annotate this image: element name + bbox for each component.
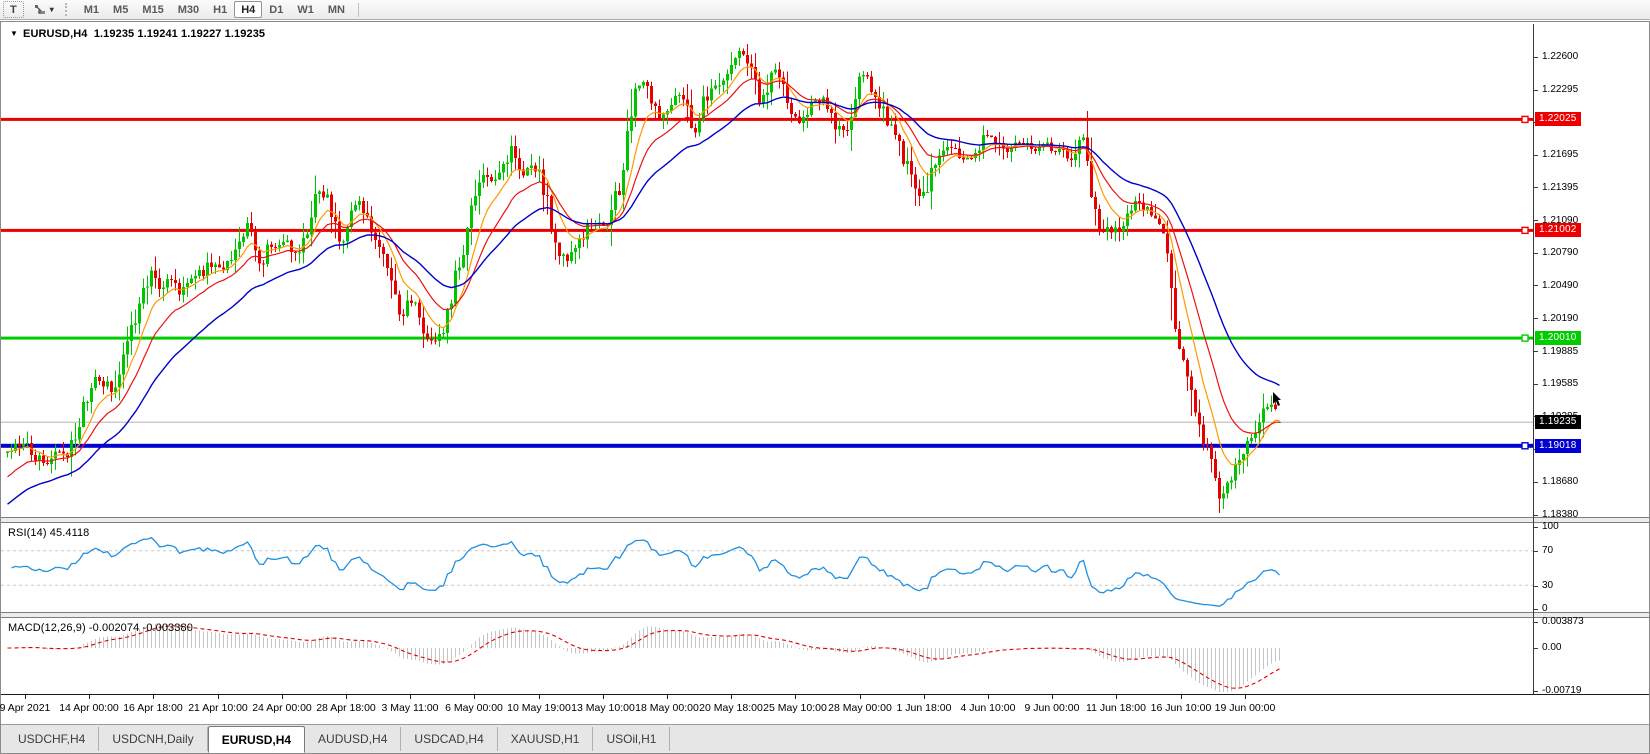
time-tick — [860, 695, 861, 699]
timeframe-button-h1[interactable]: H1 — [206, 1, 234, 18]
time-tick — [282, 695, 283, 699]
time-tick — [603, 695, 604, 699]
time-tick — [346, 695, 347, 699]
timeframe-button-mn[interactable]: MN — [321, 1, 352, 18]
toolbar-separator — [358, 3, 359, 17]
time-label: 28 May 00:00 — [828, 702, 892, 714]
time-axis[interactable]: 9 Apr 2021 14 Apr 00:00 16 Apr 18:00 21 Apr… — [1, 694, 1649, 724]
time-tick — [25, 695, 26, 699]
level-line-1.20010[interactable] — [1, 337, 1533, 340]
time-label: 21 Apr 10:00 — [188, 702, 248, 714]
pane-splitter-rsi[interactable] — [1, 517, 1649, 523]
symbol-tab-usoil[interactable]: USOil,H1 — [593, 727, 670, 751]
top-toolbar: T ▾ M1M5M15M30H1H4D1W1MN — [0, 0, 1650, 20]
time-label: 6 May 00:00 — [445, 702, 503, 714]
time-label: 11 Jun 18:00 — [1086, 702, 1146, 714]
timeframe-button-m5[interactable]: M5 — [106, 1, 135, 18]
time-tick — [795, 695, 796, 699]
level-line-1.21002[interactable] — [1, 229, 1533, 232]
time-tick — [924, 695, 925, 699]
cursor-tool-caret-icon[interactable]: ▾ — [50, 5, 54, 14]
cursor-tool-button[interactable]: ▾ — [27, 1, 61, 18]
timeframe-button-w1[interactable]: W1 — [290, 1, 321, 18]
time-tick — [539, 695, 540, 699]
candles-layer — [6, 44, 1281, 513]
time-tick — [988, 695, 989, 699]
time-label: 20 May 18:00 — [699, 702, 763, 714]
pane-splitter-macd[interactable] — [1, 612, 1649, 618]
level-line-1.19018[interactable] — [1, 444, 1533, 448]
time-label: 24 Apr 00:00 — [252, 702, 312, 714]
time-label: 25 May 10:00 — [763, 702, 827, 714]
time-label: 16 Apr 18:00 — [123, 702, 183, 714]
timeframe-button-group: M1M5M15M30H1H4D1W1MN — [77, 1, 352, 18]
level-handle[interactable] — [1522, 443, 1528, 449]
time-label: 13 May 10:00 — [571, 702, 635, 714]
mouse-cursor — [1273, 392, 1281, 406]
symbol-tab-audusd[interactable]: AUDUSD,H4 — [305, 727, 401, 751]
timeframe-button-h4[interactable]: H4 — [234, 1, 262, 18]
time-label: 4 Jun 10:00 — [961, 702, 1016, 714]
time-tick — [1245, 695, 1246, 699]
current-price-line — [1, 422, 1533, 423]
text-tool-button[interactable]: T — [3, 1, 24, 18]
chart-title: ▼ EURUSD,H4 1.19235 1.19241 1.19227 1.192… — [10, 28, 265, 40]
price-chart-pane[interactable] — [1, 24, 1533, 517]
time-tick — [667, 695, 668, 699]
collapse-arrow-icon[interactable]: ▼ — [10, 29, 18, 38]
chart-symbol-label: EURUSD,H4 — [23, 28, 87, 40]
macd-indicator-pane[interactable] — [1, 618, 1533, 694]
time-tick — [153, 695, 154, 699]
time-tick — [1052, 695, 1053, 699]
chart-ohlc-quotes: 1.19235 1.19241 1.19227 1.19235 — [94, 28, 265, 40]
level-handle[interactable] — [1522, 116, 1528, 122]
time-label: 3 May 11:00 — [381, 702, 438, 714]
time-label: 1 Jun 18:00 — [897, 702, 952, 714]
timeframe-button-m1[interactable]: M1 — [77, 1, 106, 18]
time-label: 19 Jun 00:00 — [1215, 702, 1276, 714]
rsi-label: RSI(14) 45.4118 — [8, 527, 89, 539]
symbol-tab-eurusd[interactable]: EURUSD,H4 — [208, 726, 305, 753]
toolbar-grip — [65, 3, 71, 16]
time-tick — [731, 695, 732, 699]
timeframe-button-m30[interactable]: M30 — [171, 1, 206, 18]
macd-histogram — [8, 623, 1280, 692]
price-axis-border — [1533, 24, 1534, 694]
level-handle[interactable] — [1522, 335, 1528, 341]
cursor-tool-icon — [34, 4, 48, 16]
time-label: 9 Apr 2021 — [0, 702, 50, 714]
time-tick — [1181, 695, 1182, 699]
time-tick — [89, 695, 90, 699]
rsi-indicator-pane[interactable] — [1, 523, 1533, 612]
time-tick — [1116, 695, 1117, 699]
symbol-tab-usdcnh[interactable]: USDCNH,Daily — [99, 727, 207, 751]
ma-fast-orange — [8, 67, 1280, 465]
time-tick — [410, 695, 411, 699]
time-label: 10 May 19:00 — [507, 702, 571, 714]
time-label: 18 May 00:00 — [635, 702, 699, 714]
timeframe-button-d1[interactable]: D1 — [262, 1, 290, 18]
symbol-tab-usdcad[interactable]: USDCAD,H4 — [401, 727, 497, 751]
level-line-1.22025[interactable] — [1, 118, 1533, 121]
symbol-tab-xauusd[interactable]: XAUUSD,H1 — [498, 727, 594, 751]
rsi-line — [12, 538, 1280, 607]
level-handle[interactable] — [1522, 227, 1528, 233]
trading-platform: { "toolbar": { "text_tool_label": "T", "… — [0, 0, 1650, 754]
time-label: 9 Jun 00:00 — [1025, 702, 1080, 714]
symbol-tab-usdchf[interactable]: USDCHF,H4 — [5, 727, 99, 751]
macd-label: MACD(12,26,9) -0.002074 -0.003380 — [8, 622, 193, 634]
timeframe-button-m15[interactable]: M15 — [135, 1, 170, 18]
symbol-tab-bar: USDCHF,H4USDCNH,DailyEURUSD,H4AUDUSD,H4U… — [1, 724, 1649, 753]
time-tick — [474, 695, 475, 699]
time-label: 16 Jun 10:00 — [1151, 702, 1212, 714]
time-tick — [218, 695, 219, 699]
time-label: 14 Apr 00:00 — [59, 702, 119, 714]
time-label: 28 Apr 18:00 — [316, 702, 376, 714]
